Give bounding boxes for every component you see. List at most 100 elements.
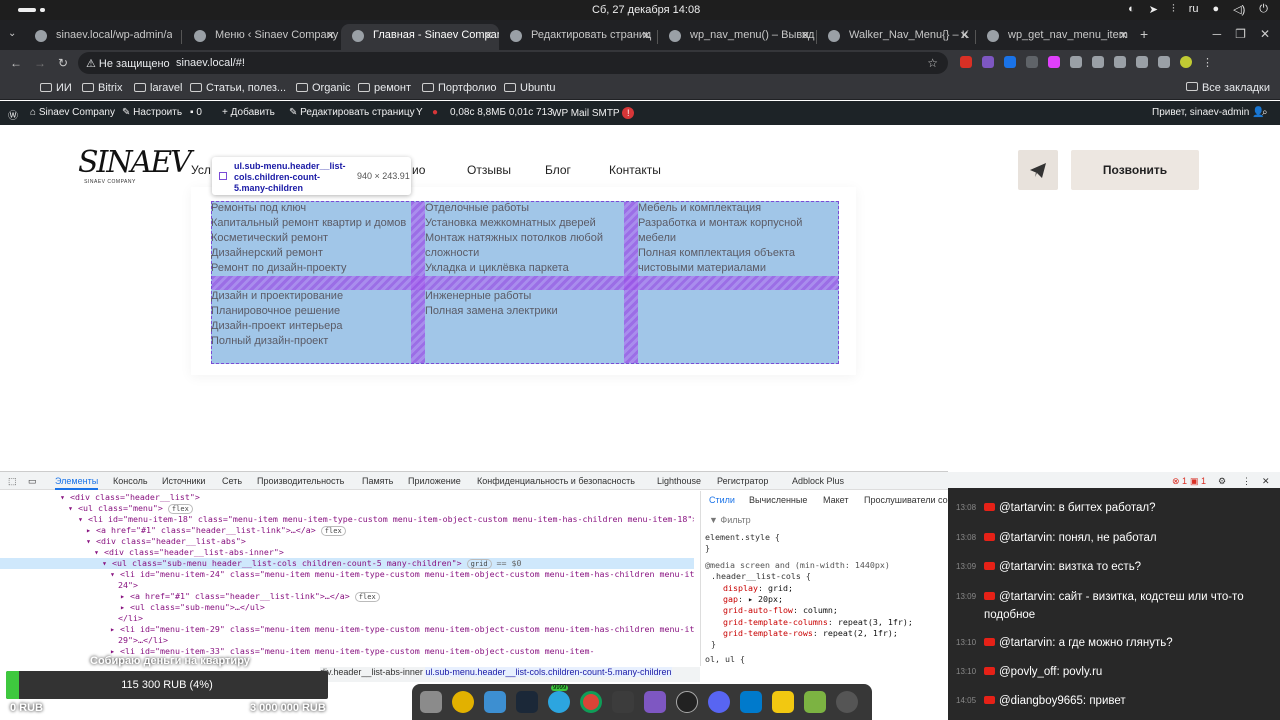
shield-extension-icon[interactable]	[1070, 56, 1082, 68]
bookmark-folder[interactable]: ИИ	[40, 82, 72, 94]
submenu-link[interactable]: Ремонт по дизайн-проекту	[211, 261, 406, 276]
css-selector[interactable]: .header__list-cols {	[711, 571, 811, 581]
workspace-indicator-2[interactable]	[40, 8, 45, 12]
submenu-heading[interactable]: Ремонты под ключ	[211, 201, 406, 216]
tablet-icon[interactable]	[1158, 56, 1170, 68]
extension-icon[interactable]	[1092, 56, 1104, 68]
element-style-rule[interactable]: element.style {	[705, 532, 780, 542]
submenu-link[interactable]: сложности	[425, 246, 603, 261]
dom-node[interactable]: </li>	[118, 613, 143, 623]
submenu-link[interactable]: Полная замена электрики	[425, 304, 558, 319]
dom-node[interactable]: ▾ <div class="header__list-abs">	[86, 536, 246, 546]
submenu-link[interactable]: Полный дизайн-проект	[211, 334, 343, 349]
flex-badge[interactable]: flex	[354, 592, 380, 602]
forward-icon[interactable]: →	[34, 56, 46, 70]
new-tab-button[interactable]: +	[1140, 26, 1148, 42]
browser-tab-active[interactable]: Главная - Sinaev Compan ✕	[341, 24, 499, 50]
bookmark-folder[interactable]: Organic	[296, 82, 351, 94]
app-icon[interactable]	[772, 691, 794, 713]
yoast-icon[interactable]: Y	[416, 107, 423, 118]
query-monitor-stats[interactable]: 0,08с 8,8МБ 0,01с 713	[450, 107, 553, 118]
extension-icon[interactable]	[1048, 56, 1060, 68]
submenu-link[interactable]: Дизайн-проект интерьера	[211, 319, 343, 334]
dom-node[interactable]: ▾ <li id="menu-item-24" class="menu-item…	[110, 569, 694, 579]
browser-menu-icon[interactable]: ⋮	[1202, 56, 1213, 69]
bookmark-folder[interactable]: laravel	[134, 82, 182, 94]
submenu-link[interactable]: Полная комплектация объекта	[638, 246, 802, 261]
tab-close-icon[interactable]: ✕	[960, 29, 969, 42]
dom-node[interactable]: ▸ <a href="#1" class="header__list-link"…	[86, 525, 346, 536]
styles-tab-computed[interactable]: Вычисленные	[749, 495, 807, 505]
close-window-icon[interactable]: ✕	[1260, 27, 1270, 41]
dom-node-selected[interactable]: ▾ <ul class="sub-menu header__list-cols …	[0, 558, 694, 569]
adblock-extension-icon[interactable]	[960, 56, 972, 68]
tab-application[interactable]: Приложение	[408, 476, 461, 486]
discord-icon[interactable]	[708, 691, 730, 713]
submenu-link[interactable]: Дизайнерский ремонт	[211, 246, 406, 261]
css-declaration[interactable]: gap: ▸ 20px;	[723, 594, 783, 604]
css-declaration[interactable]: grid-template-columns: repeat(3, 1fr);	[723, 617, 913, 627]
steam-icon[interactable]	[516, 691, 538, 713]
browser-tab[interactable]: Редактировать страниц ✕	[499, 24, 657, 50]
call-button[interactable]: Позвонить	[1071, 150, 1199, 190]
error-count[interactable]: ⊗ 1	[1172, 476, 1187, 487]
device-toolbar-icon[interactable]: ▭	[28, 476, 37, 487]
tab-search-icon[interactable]: ⌄	[8, 28, 16, 39]
keyboard-layout[interactable]: ru	[1189, 3, 1199, 16]
omnibox[interactable]: ⚠ Не защищено sinaev.local/#! ☆	[78, 52, 948, 74]
submenu-heading[interactable]: Мебель и комплектация	[638, 201, 802, 216]
browser-tab[interactable]: wp_nav_menu() – Вывод ✕	[658, 24, 816, 50]
url-text[interactable]: sinaev.local/#!	[176, 57, 245, 69]
tab-adblock[interactable]: Adblock Plus	[792, 476, 844, 486]
all-bookmarks[interactable]: Все закладки	[1185, 82, 1270, 94]
puzzle-icon[interactable]	[1136, 56, 1148, 68]
telegram-button[interactable]	[1018, 150, 1058, 190]
css-declaration[interactable]: grid-auto-flow: column;	[723, 605, 838, 615]
tab-close-icon[interactable]: ✕	[326, 29, 335, 42]
submenu-link[interactable]: Капитальный ремонт квартир и домов	[211, 216, 406, 231]
nav-link-blog[interactable]: Блог	[545, 163, 571, 177]
tab-elements[interactable]: Элементы	[55, 476, 99, 490]
bookmark-folder[interactable]: Статьи, полез...	[190, 82, 286, 94]
inspect-element-icon[interactable]: ⬚	[8, 476, 17, 487]
submenu-heading[interactable]: Отделочные работы	[425, 201, 603, 216]
tab-privacy[interactable]: Конфиденциальность и безопасность	[477, 476, 635, 486]
wp-search-icon[interactable]: ⌕	[1262, 107, 1268, 118]
tab-lighthouse[interactable]: Lighthouse	[657, 476, 701, 486]
styles-filter[interactable]: ▼ Фильтр	[709, 515, 751, 525]
submenu-link[interactable]: чистовыми материалами	[638, 261, 802, 276]
site-logo[interactable]: SINAEV SINAEV COMPANY	[78, 147, 192, 191]
submenu-link[interactable]: Укладка и циклёвка паркета	[425, 261, 603, 276]
mixer-icon[interactable]: ⫶	[1172, 3, 1175, 16]
close-devtools-icon[interactable]: ✕	[1262, 476, 1270, 487]
dom-node[interactable]: ▾ <li id="menu-item-18" class="menu-item…	[78, 514, 694, 524]
tab-close-icon[interactable]: ✕	[484, 29, 493, 42]
flex-badge[interactable]: flex	[167, 504, 193, 514]
submenu-link[interactable]: Установка межкомнатных дверей	[425, 216, 603, 231]
nav-link-reviews[interactable]: Отзывы	[467, 163, 511, 177]
bookmark-folder[interactable]: Портфолио	[422, 82, 497, 94]
app-icon[interactable]	[484, 691, 506, 713]
security-warning[interactable]: ⚠ Не защищено	[86, 57, 170, 70]
grid-badge[interactable]: grid	[466, 559, 492, 569]
browser-tab[interactable]: Меню ‹ Sinaev Company ✕	[183, 24, 341, 50]
dom-node[interactable]: ▸ <li id="menu-item-29" class="menu-item…	[110, 624, 694, 634]
bookmark-folder[interactable]: Ubuntu	[504, 82, 555, 94]
os-clock[interactable]: Сб, 27 декабря 14:08	[592, 4, 700, 16]
submenu-heading[interactable]: Инженерные работы	[425, 289, 558, 304]
files-icon[interactable]	[420, 691, 442, 713]
terminal-icon[interactable]	[612, 691, 634, 713]
wp-comments-link[interactable]: ▪ 0	[190, 107, 202, 118]
css-declaration[interactable]: display: grid;	[723, 583, 793, 593]
submenu-link[interactable]: Разработка и монтаж корпусной	[638, 216, 802, 231]
workspace-indicator[interactable]	[18, 8, 36, 12]
bookmark-folder[interactable]: ремонт	[358, 82, 411, 94]
browser-tab[interactable]: sinaev.local/wp-admin/ad	[24, 24, 172, 50]
tab-recorder[interactable]: Регистратор	[717, 476, 768, 486]
reload-icon[interactable]: ↻	[58, 56, 68, 70]
next-css-rule[interactable]: ol, ul {	[705, 654, 745, 664]
submenu-link[interactable]: Монтаж натяжных потолков любой	[425, 231, 603, 246]
settings-gear-icon[interactable]: ⚙	[1218, 476, 1226, 487]
styles-tab-styles[interactable]: Стили	[709, 495, 735, 505]
minimize-icon[interactable]: ─	[1213, 27, 1222, 41]
